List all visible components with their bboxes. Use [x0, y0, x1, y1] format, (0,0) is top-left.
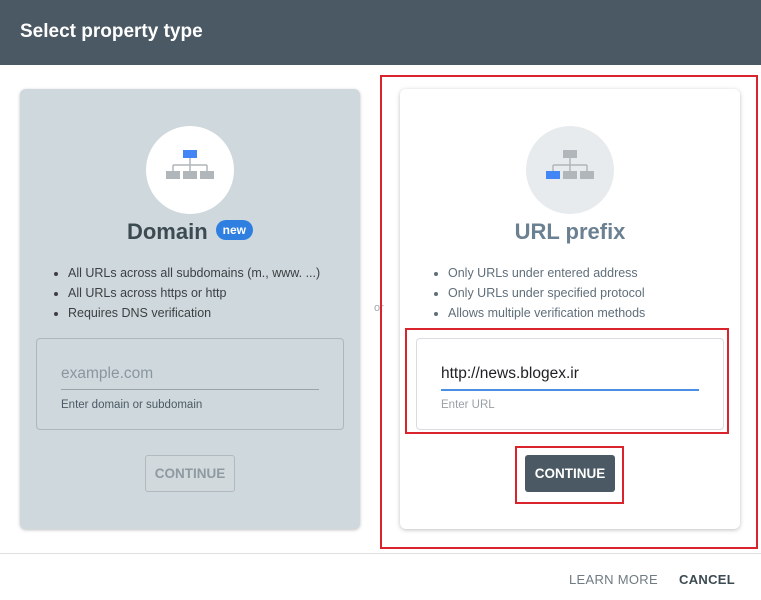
learn-more-button[interactable]: LEARN MORE [569, 572, 658, 587]
list-item: All URLs across all subdomains (m., www.… [68, 263, 320, 283]
highlight-continue-button [515, 446, 624, 504]
domain-title-text: Domain [126, 219, 208, 244]
dialog-header: Select property type [0, 0, 761, 65]
domain-sitemap-icon [146, 126, 234, 214]
domain-feature-list: All URLs across all subdomains (m., www.… [50, 263, 320, 323]
cancel-button[interactable]: CANCEL [679, 572, 735, 587]
footer-divider [0, 553, 761, 554]
list-item: All URLs across https or http [68, 283, 320, 303]
highlight-url-input [405, 328, 729, 434]
domain-input-box: example.com Enter domain or subdomain [36, 338, 344, 430]
new-badge: new [215, 220, 254, 241]
dialog-title: Select property type [20, 21, 203, 42]
domain-input[interactable]: example.com [61, 365, 319, 390]
domain-property-card[interactable]: Domain new All URLs across all subdomains… [20, 89, 360, 529]
domain-continue-button[interactable]: CONTINUE [145, 455, 235, 492]
domain-input-help: Enter domain or subdomain [61, 399, 203, 411]
list-item: Requires DNS verification [68, 303, 320, 323]
domain-card-title: Domain new [20, 219, 360, 245]
